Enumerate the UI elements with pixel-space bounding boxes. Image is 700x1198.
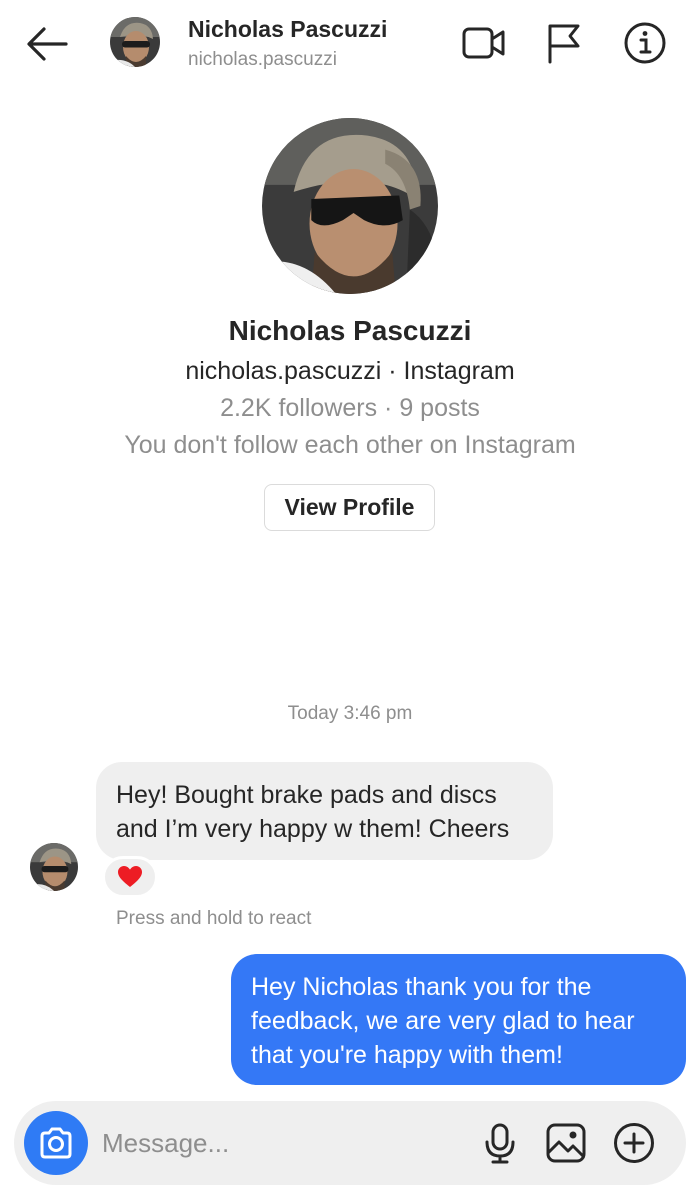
video-call-icon [462, 27, 505, 59]
react-hint: Press and hold to react [116, 908, 312, 929]
message-reaction[interactable] [102, 856, 158, 898]
incoming-message-text: Hey! Bought brake pads and discs and I’m… [116, 781, 510, 843]
heart-icon [118, 866, 142, 887]
view-profile-button[interactable]: View Profile [264, 484, 435, 531]
profile-handle: nicholas.pascuzzi · Instagram [185, 357, 515, 385]
incoming-message-bubble[interactable]: Hey! Bought brake pads and discs and I’m… [96, 762, 553, 860]
microphone-icon [485, 1123, 515, 1164]
back-button[interactable] [24, 24, 70, 64]
message-timestamp: Today 3:46 pm [287, 703, 413, 724]
camera-button[interactable] [24, 1111, 88, 1175]
camera-icon [40, 1127, 72, 1159]
gallery-icon [546, 1123, 586, 1163]
header-username: nicholas.pascuzzi [188, 49, 337, 70]
header-name[interactable]: Nicholas Pascuzzi [188, 16, 387, 43]
outgoing-message-text: Hey Nicholas thank you for the feedback,… [251, 973, 635, 1069]
back-arrow-icon [27, 27, 68, 61]
profile-photo[interactable] [262, 118, 438, 294]
message-composer [14, 1101, 686, 1185]
profile-stats: 2.2K followers · 9 posts [220, 394, 480, 422]
profile-name: Nicholas Pascuzzi [228, 315, 472, 346]
gallery-button[interactable] [544, 1121, 588, 1165]
outgoing-message-bubble[interactable]: Hey Nicholas thank you for the feedback,… [231, 954, 686, 1085]
flag-icon [548, 24, 580, 64]
avatar[interactable] [110, 17, 160, 67]
message-input[interactable] [102, 1121, 462, 1165]
report-button[interactable] [542, 20, 588, 66]
follow-status: You don't follow each other on Instagram [124, 431, 576, 459]
video-call-button[interactable] [460, 20, 506, 66]
more-options-button[interactable] [612, 1121, 656, 1165]
dm-thread-screen: Nicholas Pascuzzi nicholas.pascuzzi Nich… [0, 0, 700, 1198]
voice-message-button[interactable] [478, 1121, 522, 1165]
info-button[interactable] [622, 20, 668, 66]
thread-header: Nicholas Pascuzzi nicholas.pascuzzi [0, 0, 700, 90]
sender-avatar[interactable] [30, 843, 78, 891]
info-icon [624, 22, 666, 64]
plus-icon [614, 1123, 654, 1163]
